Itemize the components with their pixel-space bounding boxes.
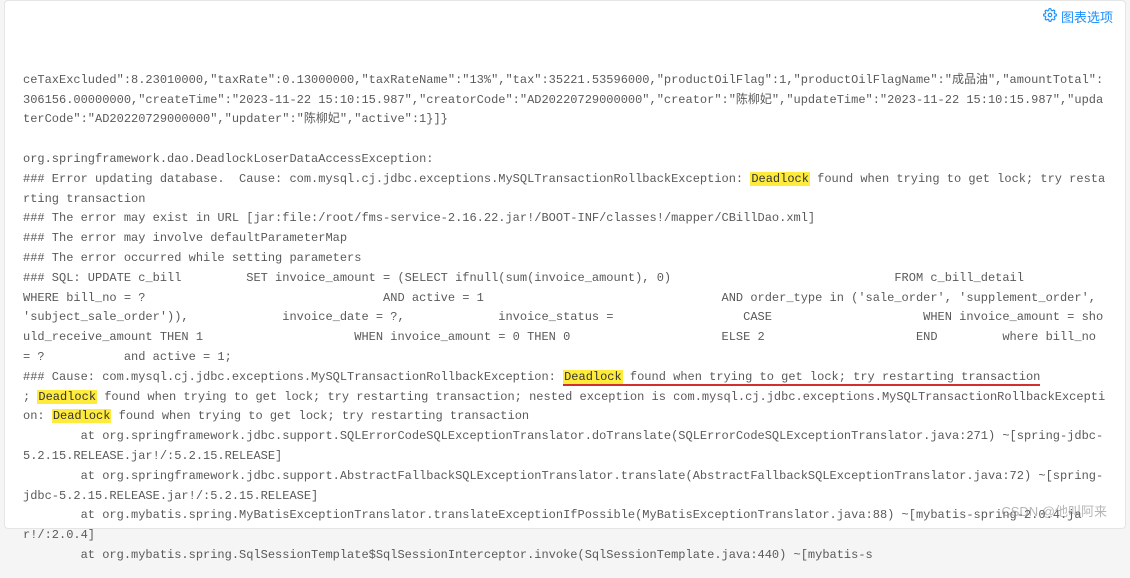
log-line: org.springframework.dao.DeadlockLoserDat… [23,152,433,166]
highlight-deadlock: Deadlock [563,370,623,386]
log-text: found when trying to get lock; try resta… [111,409,529,423]
highlight-deadlock: Deadlock [52,409,112,423]
log-panel: 图表选项 ceTaxExcluded":8.23010000,"taxRate"… [4,0,1126,529]
log-text: ### Error updating database. Cause: com.… [23,172,750,186]
log-line: ; Deadlock found when trying to get lock… [23,390,1105,424]
log-line: ### SQL: UPDATE c_bill SET invoice_amoun… [23,271,1130,364]
log-text-underlined: found when trying to get lock; try resta… [623,370,1041,386]
highlight-deadlock: Deadlock [750,172,810,186]
highlight-deadlock: Deadlock [37,390,97,404]
log-line: ### Cause: com.mysql.cj.jdbc.exceptions.… [23,370,1040,386]
log-line: at org.springframework.jdbc.support.SQLE… [23,429,1103,463]
log-line: at org.mybatis.spring.SqlSessionTemplate… [23,548,873,562]
log-line: ### Error updating database. Cause: com.… [23,172,1105,206]
log-text: ; [23,390,37,404]
log-line: at org.springframework.jdbc.support.Abst… [23,469,1103,503]
log-line: ### The error occurred while setting par… [23,251,361,265]
log-line: ### The error may exist in URL [jar:file… [23,211,815,225]
log-line: at org.mybatis.spring.MyBatisExceptionTr… [23,508,1082,542]
log-line: ceTaxExcluded":8.23010000,"taxRate":0.13… [23,73,1103,127]
log-content[interactable]: ceTaxExcluded":8.23010000,"taxRate":0.13… [5,1,1125,578]
log-line: ### The error may involve defaultParamet… [23,231,347,245]
log-text: ### Cause: com.mysql.cj.jdbc.exceptions.… [23,370,563,384]
